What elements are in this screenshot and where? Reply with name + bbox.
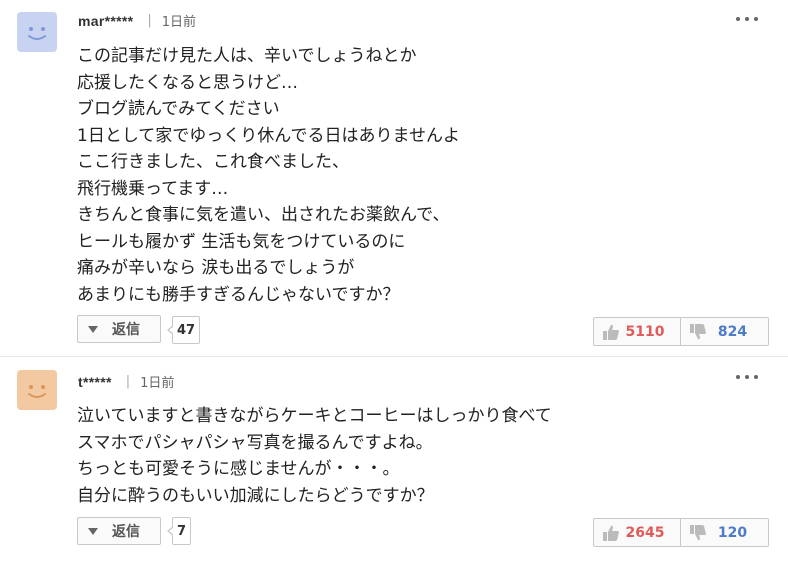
comment-meta: t***** | 1日前 xyxy=(78,372,175,392)
comment-line: 飛行機乗ってます… xyxy=(77,178,229,199)
like-count: 2645 xyxy=(625,524,665,541)
reply-button[interactable]: 返信 xyxy=(77,315,161,343)
reply-count: 7 xyxy=(166,517,192,545)
comment-line: 1日として家でゆっくり休んでる日はありませんよ xyxy=(77,125,460,146)
comment-line: ヒールも履かず 生活も気をつけているのに xyxy=(77,231,406,252)
more-options-icon[interactable] xyxy=(736,13,758,25)
comment-text: 泣いていますと書きながらケーキとコーヒーはしっかり食べて スマホでパシャパシャ写… xyxy=(77,403,552,509)
dislike-button[interactable]: 120 xyxy=(681,519,768,546)
comment-line: この記事だけ見た人は、辛いでしょうねとか xyxy=(77,46,417,66)
more-options-icon[interactable] xyxy=(736,371,758,383)
reply-button[interactable]: 返信 xyxy=(77,517,161,545)
comment-item: mar***** | 1日前 この記事だけ見た人は、辛いでしょうねとか 応援した… xyxy=(0,0,788,357)
vote-buttons: 5110 824 xyxy=(593,317,769,346)
comment-item: t***** | 1日前 泣いていますと書きながらケーキとコーヒーはしっかり食べ… xyxy=(0,357,788,564)
comment-text: この記事だけ見た人は、辛いでしょうねとか 応援したくなると思うけど… ブログ読ん… xyxy=(77,43,460,308)
like-count: 5110 xyxy=(625,323,665,340)
thumbs-down-icon xyxy=(690,323,706,339)
meta-separator: | xyxy=(147,13,152,28)
username[interactable]: t***** xyxy=(78,374,112,390)
comment-line: 自分に酔うのもいい加減にしたらどうですか？ xyxy=(77,485,434,506)
reply-label: 返信 xyxy=(112,524,140,540)
comment-line: あまりにも勝手すぎるんじゃないですか？ xyxy=(77,284,400,305)
dislike-count: 120 xyxy=(717,524,748,541)
comment-line: ここ行きました、これ食べました、 xyxy=(77,152,349,172)
caret-down-icon xyxy=(88,527,98,535)
reply-label: 返信 xyxy=(112,322,140,338)
comment-meta: mar***** | 1日前 xyxy=(78,11,196,31)
timestamp: 1日前 xyxy=(161,15,196,30)
thumbs-up-icon xyxy=(603,324,619,340)
comment-line: 泣いていますと書きながらケーキとコーヒーはしっかり食べて xyxy=(77,406,552,426)
thumbs-up-icon xyxy=(603,525,619,541)
comment-line: ちっとも可愛そうに感じませんが・・・。 xyxy=(77,459,400,479)
avatar[interactable] xyxy=(17,12,57,52)
like-button[interactable]: 2645 xyxy=(594,519,681,546)
comment-line: スマホでパシャパシャ写真を撮るんですよね。 xyxy=(77,432,433,453)
dislike-count: 824 xyxy=(717,323,748,340)
username[interactable]: mar***** xyxy=(78,13,133,29)
avatar-face-icon xyxy=(17,12,57,52)
thumbs-down-icon xyxy=(690,524,706,540)
reply-count: 47 xyxy=(166,316,201,344)
like-button[interactable]: 5110 xyxy=(594,318,681,345)
caret-down-icon xyxy=(88,325,98,333)
meta-separator: | xyxy=(125,374,131,389)
timestamp: 1日前 xyxy=(140,376,175,391)
avatar[interactable] xyxy=(17,370,57,410)
dislike-button[interactable]: 824 xyxy=(681,318,768,345)
vote-buttons: 2645 120 xyxy=(593,518,769,547)
comment-line: 応援したくなると思うけど… xyxy=(77,72,298,93)
comment-line: きちんと食事に気を遣い、出されたお薬飲んで、 xyxy=(77,205,450,225)
comment-line: 痛みが辛いなら 涙も出るでしょうが xyxy=(77,258,355,278)
comment-line: ブログ読んでみてください xyxy=(77,99,280,119)
avatar-face-icon xyxy=(17,370,57,410)
